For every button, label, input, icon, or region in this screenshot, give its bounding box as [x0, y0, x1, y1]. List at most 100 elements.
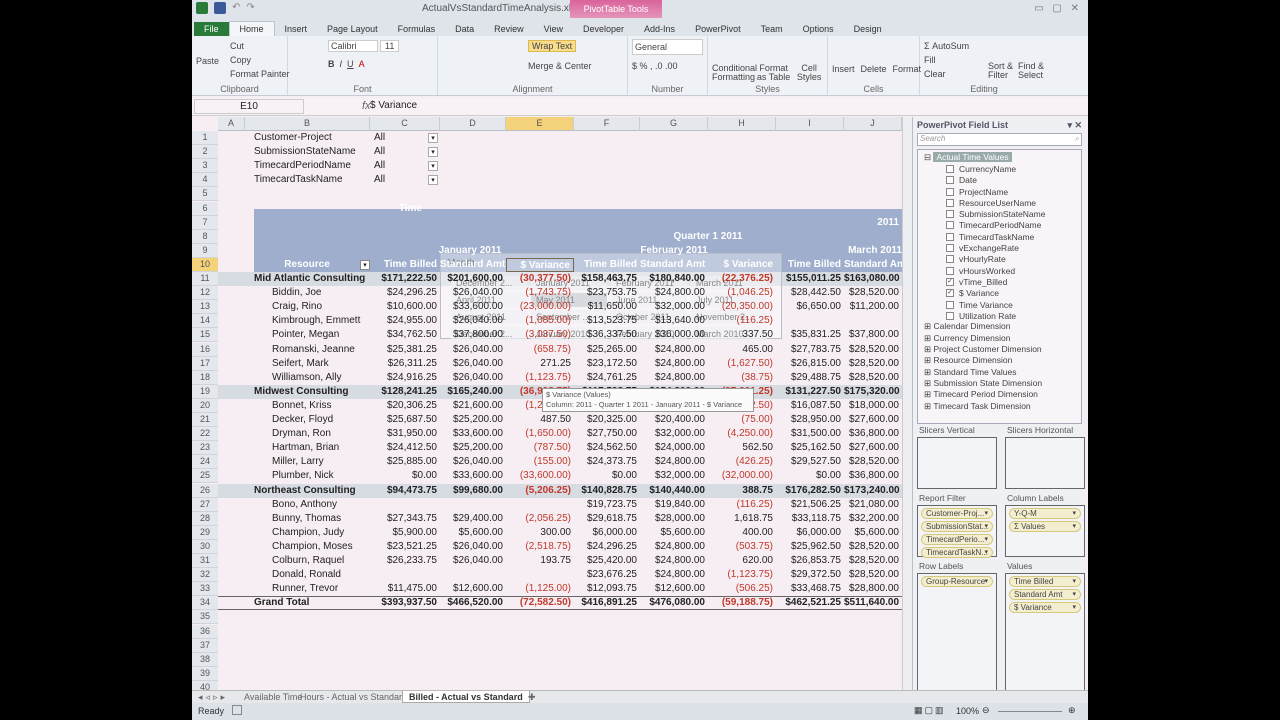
value-cell[interactable]: $26,040.00: [440, 455, 506, 469]
value-cell[interactable]: $29,618.75: [574, 512, 640, 526]
value-cell[interactable]: (658.75): [506, 343, 574, 357]
row-header[interactable]: 2: [192, 145, 218, 160]
row-filter-dropdown-icon[interactable]: ▾: [360, 259, 370, 270]
area-values[interactable]: Time Billed Standard Amt $ Variance: [1005, 573, 1085, 693]
value-cell[interactable]: (20,350.00): [708, 300, 776, 314]
value-cell[interactable]: $28,000.00: [640, 512, 708, 526]
value-cell[interactable]: $393,937.50: [370, 596, 440, 610]
value-cell[interactable]: 1,618.75: [708, 512, 776, 526]
area-field-pill[interactable]: TimecardTaskN...: [921, 547, 993, 558]
row-header[interactable]: 23: [192, 441, 218, 456]
checkbox-checked[interactable]: ✓: [946, 289, 954, 298]
value-cell[interactable]: $131,227.50: [776, 385, 844, 399]
value-cell[interactable]: $26,853.75: [776, 554, 844, 568]
value-cell[interactable]: $27,600.00: [844, 413, 902, 427]
value-cell[interactable]: $28,520.00: [844, 343, 902, 357]
filter-dropdown-icon[interactable]: ▾: [428, 147, 438, 158]
dimension-item[interactable]: ⊞ Timecard Task Dimension: [920, 401, 1079, 412]
value-cell[interactable]: (38.75): [708, 371, 776, 385]
field-item[interactable]: SubmissionStateName: [920, 208, 1079, 219]
value-cell[interactable]: $94,473.75: [370, 484, 440, 498]
row-header[interactable]: 3: [192, 159, 218, 174]
value-cell[interactable]: 487.50: [506, 413, 574, 427]
row-header[interactable]: 33: [192, 582, 218, 597]
value-cell[interactable]: $23,676.25: [574, 568, 640, 582]
value-cell[interactable]: $24,373.75: [574, 455, 640, 469]
value-cell[interactable]: 465.00: [708, 343, 776, 357]
checkbox[interactable]: [946, 210, 954, 219]
value-cell[interactable]: $23,753.75: [574, 286, 640, 300]
value-cell[interactable]: $20,400.00: [640, 413, 708, 427]
area-slicers-horizontal[interactable]: [1005, 437, 1085, 489]
value-cell[interactable]: $24,562.50: [574, 441, 640, 455]
value-cell[interactable]: $19,840.00: [640, 498, 708, 512]
value-cell[interactable]: $12,093.75: [574, 582, 640, 596]
dimension-item[interactable]: ⊞ Project Customer Dimension: [920, 344, 1079, 355]
area-field-pill[interactable]: Y-Q-M: [1009, 508, 1081, 519]
value-cell[interactable]: $26,040.00: [440, 357, 506, 371]
row-header[interactable]: 35: [192, 610, 218, 625]
row-header[interactable]: 7: [192, 215, 218, 230]
value-cell[interactable]: $416,891.25: [574, 596, 640, 610]
checkbox[interactable]: [946, 232, 954, 241]
value-cell[interactable]: (2,056.25): [506, 512, 574, 526]
value-cell[interactable]: $21,600.00: [440, 399, 506, 413]
value-cell[interactable]: $29,372.50: [776, 568, 844, 582]
bold-button[interactable]: B: [328, 59, 335, 69]
group-label[interactable]: Midwest Consulting: [254, 385, 374, 399]
expand-icon[interactable]: ⊞: [924, 389, 933, 399]
value-cell[interactable]: [370, 568, 440, 582]
zoom-slider[interactable]: [998, 711, 1062, 712]
checkbox[interactable]: [946, 176, 954, 185]
value-cell[interactable]: $25,265.00: [574, 343, 640, 357]
field-item[interactable]: TimecardTaskName: [920, 231, 1079, 242]
value-cell[interactable]: $28,520.00: [844, 540, 902, 554]
value-cell[interactable]: (1,743.75): [506, 286, 574, 300]
merge-center-button[interactable]: Merge & Center: [528, 59, 623, 73]
column-header-H[interactable]: H: [708, 117, 776, 131]
tab-data[interactable]: Data: [445, 22, 484, 36]
value-cell[interactable]: $27,750.00: [574, 427, 640, 441]
checkbox[interactable]: [946, 244, 954, 253]
value-cell[interactable]: $12,600.00: [640, 582, 708, 596]
value-cell[interactable]: $36,337.50: [574, 328, 640, 342]
font-name-select[interactable]: Calibri: [328, 40, 378, 52]
value-cell[interactable]: $176,282.50: [776, 484, 844, 498]
value-cell[interactable]: $28,520.00: [844, 371, 902, 385]
value-cell[interactable]: $6,000.00: [776, 526, 844, 540]
value-cell[interactable]: $462,521.25: [776, 596, 844, 610]
value-cell[interactable]: $26,815.00: [776, 357, 844, 371]
group-label[interactable]: Northeast Consulting: [254, 484, 374, 498]
value-cell[interactable]: $466,520.00: [440, 596, 506, 610]
value-cell[interactable]: (1,123.75): [708, 568, 776, 582]
value-cell[interactable]: $5,600.00: [440, 526, 506, 540]
value-cell[interactable]: $29,400.00: [440, 512, 506, 526]
dimension-item[interactable]: ⊞ Calendar Dimension: [920, 321, 1079, 332]
value-cell[interactable]: $23,521.25: [370, 540, 440, 554]
value-cell[interactable]: $0.00: [574, 469, 640, 483]
value-cell[interactable]: (1,123.75): [506, 371, 574, 385]
row-header[interactable]: 12: [192, 286, 218, 301]
value-cell[interactable]: $13,523.75: [574, 314, 640, 328]
value-cell[interactable]: $16,087.50: [776, 399, 844, 413]
value-cell[interactable]: [506, 568, 574, 582]
zoom-level[interactable]: 100%: [956, 706, 979, 716]
row-header[interactable]: 32: [192, 568, 218, 583]
area-report-filter[interactable]: Customer-Proj... SubmissionStat... Timecar…: [917, 505, 997, 558]
column-header-J[interactable]: J: [844, 117, 902, 131]
value-cell[interactable]: $175,320.00: [844, 385, 902, 399]
value-cell[interactable]: $28,520.00: [844, 568, 902, 582]
checkbox[interactable]: [946, 187, 954, 196]
value-cell[interactable]: $5,600.00: [640, 526, 708, 540]
value-cell[interactable]: (503.75): [708, 540, 776, 554]
value-cell[interactable]: $165,240.00: [440, 385, 506, 399]
value-cell[interactable]: [776, 314, 844, 328]
value-cell[interactable]: $99,680.00: [440, 484, 506, 498]
value-cell[interactable]: $28,950.00: [776, 413, 844, 427]
dimension-item[interactable]: ⊞ Currency Dimension: [920, 333, 1079, 344]
column-header-D[interactable]: D: [440, 117, 506, 131]
value-cell[interactable]: (4,250.00): [708, 427, 776, 441]
value-cell[interactable]: $25,962.50: [776, 540, 844, 554]
value-cell[interactable]: $19,723.75: [574, 498, 640, 512]
row-header[interactable]: 8: [192, 229, 218, 244]
